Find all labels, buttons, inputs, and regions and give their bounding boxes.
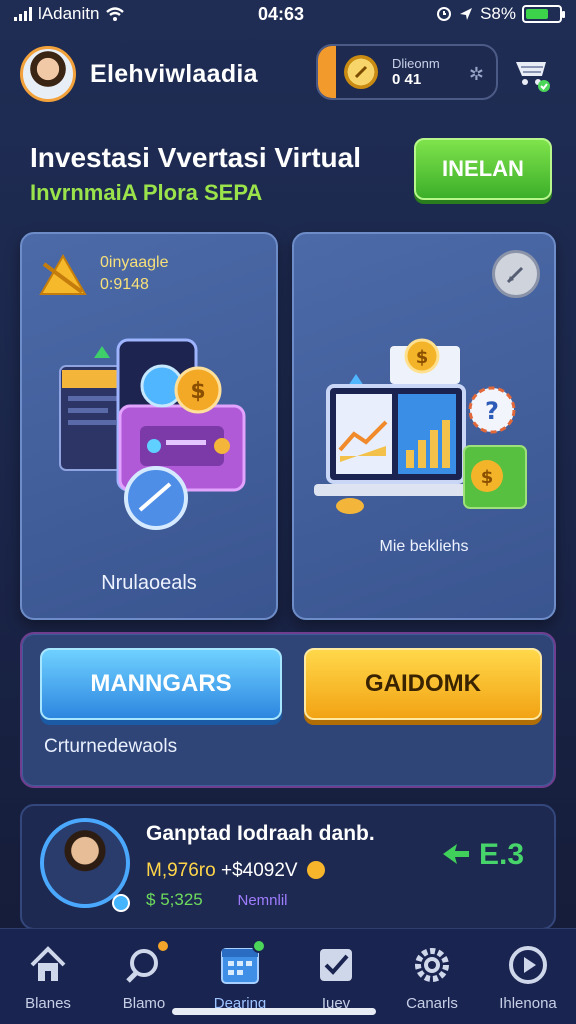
profile-card[interactable]: Ganptad Iodraah danb. M,976ro +$4092V $ …	[20, 804, 556, 930]
battery-percent: S8%	[480, 4, 516, 23]
cart-icon	[516, 62, 550, 92]
pill-accent	[318, 46, 336, 98]
tab-label-settings: Canarls	[406, 995, 458, 1012]
profile-score-value: E.3	[478, 838, 524, 871]
inelan-button[interactable]: INELAN	[414, 138, 552, 200]
tab-settings[interactable]: Canarls	[384, 929, 480, 1024]
cart-button[interactable]	[512, 54, 552, 94]
carrier-name: lAdanitn	[38, 4, 100, 23]
manngars-button[interactable]: MANNGARS	[40, 648, 282, 720]
left-feature-card[interactable]: 0inyaagle 0:9148 $ Nrulaoeals	[20, 232, 278, 620]
left-card-label-line2: 0:9148	[100, 276, 149, 293]
coin-label: Dlieonm	[392, 56, 440, 71]
sparkle-icon: ✲	[468, 64, 484, 84]
payment-cards-illustration: $	[59, 338, 246, 530]
left-card-label-line1: 0inyaagle	[100, 254, 169, 271]
coin-text: Dlieonm 0 41	[392, 56, 440, 88]
right-card-title: Mie bekliehs	[379, 538, 469, 555]
tab-label-play: Ihlenona	[499, 995, 557, 1012]
arrow-up-icon	[442, 844, 469, 864]
profile-stat-row2: $ 5;325 Nemnlil	[146, 890, 288, 910]
coin-icon	[306, 861, 325, 879]
action-caption: Crturnedewaols	[44, 736, 178, 757]
home-indicator[interactable]	[172, 1008, 376, 1015]
coin-balance-pill[interactable]: Dlieonm 0 41 ✲	[316, 44, 498, 100]
tab-label-home: Blanes	[25, 995, 71, 1012]
coin-icon	[344, 55, 378, 89]
wifi-icon	[106, 7, 125, 21]
svg-text:$: $	[416, 347, 429, 368]
warning-icon	[39, 254, 87, 295]
action-panel: MANNGARS GAIDOMK Crturnedewaols	[20, 632, 556, 788]
tab-play[interactable]: Ihlenona	[480, 929, 576, 1024]
laptop-analytics-illustration: $ ? $	[314, 338, 527, 514]
dollar-icon: $	[146, 890, 156, 909]
check-badge	[252, 939, 266, 953]
profile-stat-row1: M,976ro +$4092V	[146, 860, 325, 882]
tab-label-search: Blamo	[122, 995, 166, 1012]
clock-time: 04:63	[258, 4, 305, 24]
left-card-label: 0inyaagle 0:9148	[100, 252, 169, 296]
coin-value: 0 41	[392, 71, 422, 88]
alarm-icon	[437, 7, 452, 21]
tab-home[interactable]: Blanes	[0, 929, 96, 1024]
play-icon	[509, 946, 547, 984]
gaidomk-button[interactable]: GAIDOMK	[304, 648, 542, 720]
status-bar: lAdanitn 04:63 S8%	[0, 0, 576, 28]
notification-dot	[156, 939, 170, 953]
hero-subtitle: InvrnmaiA Plora SEPA	[30, 180, 263, 205]
checklist-icon	[320, 949, 352, 981]
profile-stat-earnings: M,976ro	[146, 860, 216, 881]
online-badge	[112, 894, 130, 912]
profile-score: E.3	[441, 838, 524, 872]
home-icon	[30, 946, 66, 981]
svg-text:$: $	[481, 467, 494, 488]
profile-stat-balance: +$4092V	[220, 860, 298, 881]
user-avatar[interactable]	[20, 46, 76, 102]
status-right: S8%	[436, 4, 565, 24]
edit-button[interactable]	[492, 250, 540, 298]
right-feature-card[interactable]: $ ? $ Mie bekliehs	[292, 232, 556, 620]
svg-text:$: $	[190, 379, 205, 404]
battery-icon	[522, 5, 565, 23]
app-header: Elehviwlaadia Dlieonm 0 41 ✲	[0, 36, 576, 112]
app-name: Elehviwlaadia	[90, 59, 258, 88]
gear-icon	[415, 948, 449, 982]
hero-title: Investasi Vvertasi Virtual	[30, 142, 361, 173]
signal-icon	[14, 7, 32, 21]
left-card-title: Nrulaoeals	[101, 572, 197, 594]
svg-text:?: ?	[485, 397, 499, 425]
status-left: lAdanitn	[14, 4, 125, 24]
profile-name: Ganptad Iodraah danb.	[146, 822, 375, 845]
pencil-icon	[506, 266, 524, 284]
location-icon	[460, 8, 473, 20]
profile-stat-points: 5;325	[160, 890, 203, 909]
profile-stat-tag: Nemnlil	[237, 892, 288, 909]
